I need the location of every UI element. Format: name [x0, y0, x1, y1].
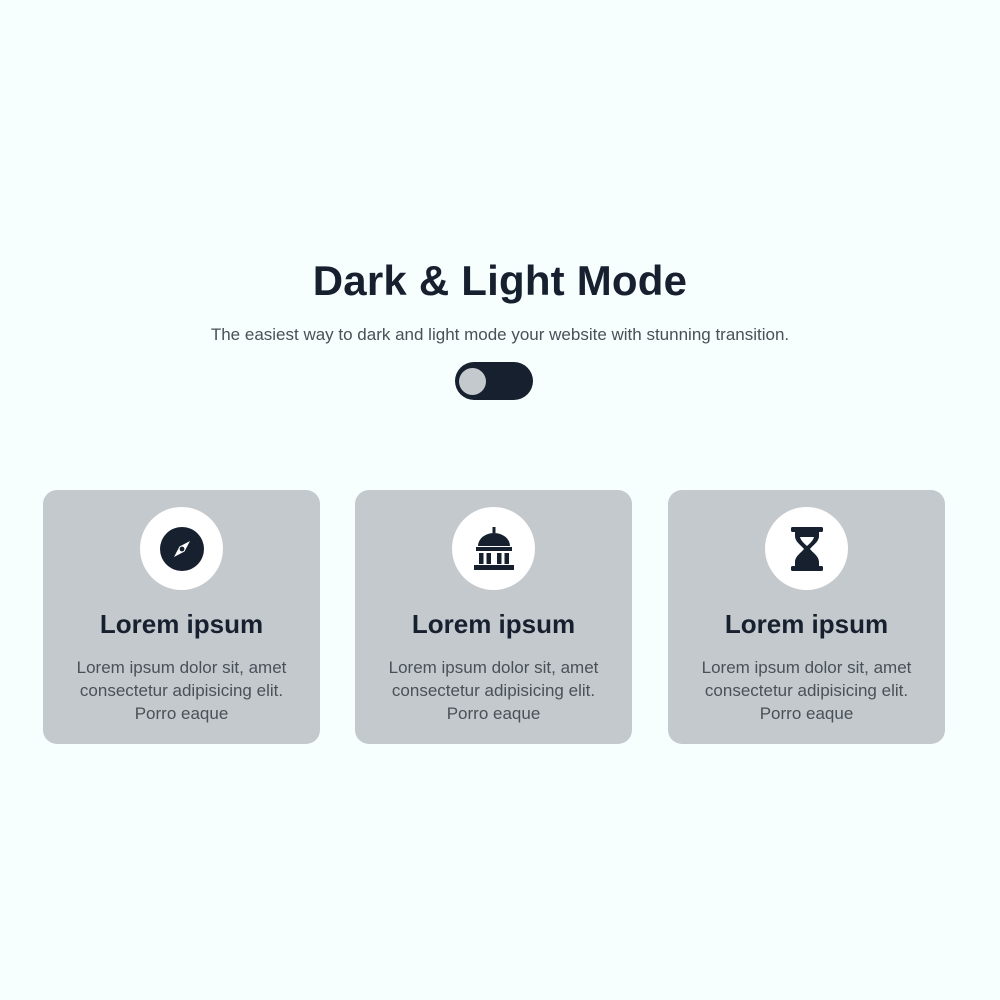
page: Dark & Light Mode The easiest way to dar…: [0, 0, 1000, 1000]
card-icon-circle: [765, 507, 848, 590]
compass-icon: [159, 526, 205, 572]
toggle-knob[interactable]: [459, 368, 486, 395]
card-title: Lorem ipsum: [724, 609, 889, 639]
landmark-icon: [471, 526, 517, 572]
card-text: Lorem ipsum dolor sit, amet consectetur …: [76, 658, 287, 723]
hero-section: Dark & Light Mode The easiest way to dar…: [0, 252, 1000, 346]
theme-toggle[interactable]: [455, 362, 533, 400]
feature-card: Lorem ipsum Lorem ipsum dolor sit, amet …: [355, 490, 632, 744]
feature-card: Lorem ipsum Lorem ipsum dolor sit, amet …: [43, 490, 320, 744]
hourglass-icon: [784, 526, 830, 572]
feature-cards: Lorem ipsum Lorem ipsum dolor sit, amet …: [43, 490, 945, 744]
card-text: Lorem ipsum dolor sit, amet consectetur …: [388, 658, 599, 723]
feature-card: Lorem ipsum Lorem ipsum dolor sit, amet …: [668, 490, 945, 744]
card-title: Lorem ipsum: [99, 609, 264, 639]
card-text: Lorem ipsum dolor sit, amet consectetur …: [701, 658, 912, 723]
card-icon-circle: [140, 507, 223, 590]
page-subtitle: The easiest way to dark and light mode y…: [210, 325, 790, 344]
card-icon-circle: [452, 507, 535, 590]
card-title: Lorem ipsum: [411, 609, 576, 639]
page-title: Dark & Light Mode: [312, 257, 688, 304]
